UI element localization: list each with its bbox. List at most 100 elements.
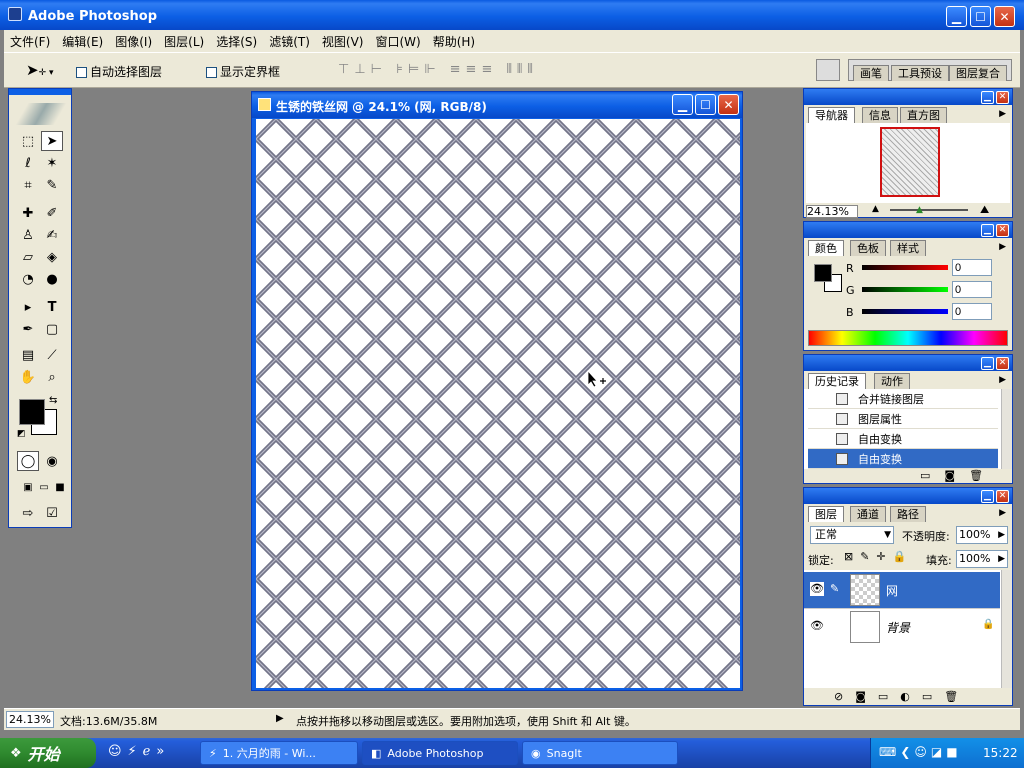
fill-field[interactable]: 100% ▶ — [956, 550, 1008, 568]
menu-filter[interactable]: 滤镜(T) — [269, 33, 310, 50]
layers-close-button[interactable]: ✕ — [996, 489, 1009, 503]
standard-mode-icon[interactable]: ◯ — [17, 451, 39, 471]
tab-swatches[interactable]: 色板 — [850, 240, 886, 256]
b-value-field[interactable] — [952, 303, 992, 320]
navigator-menu-arrow-icon[interactable]: ▶ — [999, 109, 1006, 119]
document-close-button[interactable]: ✕ — [718, 94, 739, 115]
menu-select[interactable]: 选择(S) — [216, 33, 257, 50]
clone-stamp-tool-icon[interactable]: ♙ — [17, 225, 39, 245]
magic-wand-tool-icon[interactable]: ✶ — [41, 153, 63, 173]
quick-launch-icons[interactable]: ☺⚡ℯ» — [108, 744, 170, 759]
tab-channels[interactable]: 通道 — [850, 506, 886, 522]
opacity-arrow-icon[interactable]: ▶ — [998, 527, 1005, 543]
restore-button[interactable]: ☐ — [970, 6, 991, 27]
healing-brush-tool-icon[interactable]: ✚ — [17, 203, 39, 223]
palette-tab-brushes[interactable]: 画笔 — [853, 65, 889, 81]
g-slider[interactable] — [862, 287, 948, 292]
history-minimize-button[interactable]: ▁ — [981, 356, 994, 370]
status-zoom-field[interactable]: 24.13% — [6, 711, 54, 728]
tray-icons[interactable]: ⌨❮☺◪■ — [879, 745, 962, 759]
imageready-icon[interactable]: ☑ — [41, 503, 63, 523]
history-brush-tool-icon[interactable]: ✍ — [41, 225, 63, 245]
eraser-tool-icon[interactable]: ▱ — [17, 247, 39, 267]
navigator-minimize-button[interactable]: ▁ — [981, 90, 994, 104]
minimize-button[interactable]: ▁ — [946, 6, 967, 27]
tab-color[interactable]: 颜色 — [808, 240, 844, 256]
navigator-close-button[interactable]: ✕ — [996, 90, 1009, 104]
b-slider[interactable] — [862, 309, 948, 314]
quick-mask-mode-icon[interactable]: ◉ — [41, 451, 63, 471]
menu-file[interactable]: 文件(F) — [10, 33, 50, 50]
menu-window[interactable]: 窗口(W) — [375, 33, 420, 50]
show-bounds-option[interactable]: 显示定界框 — [206, 63, 280, 80]
notes-tool-icon[interactable]: ▤ — [17, 345, 39, 365]
brush-tool-icon[interactable]: ✐ — [41, 203, 63, 223]
navigator-zoom-out-icon[interactable]: ▲ — [872, 204, 879, 214]
zoom-tool-icon[interactable]: ⌕ — [41, 367, 63, 387]
navigator-zoom-slider[interactable]: ▲ — [890, 205, 968, 215]
file-browser-icon[interactable] — [816, 59, 840, 81]
blur-tool-icon[interactable]: ◔ — [17, 269, 39, 289]
tab-styles[interactable]: 样式 — [890, 240, 926, 256]
hand-tool-icon[interactable]: ✋ — [17, 367, 39, 387]
layers-footer-buttons[interactable]: ⊘◙▭◐▭🗑 — [834, 690, 970, 703]
type-tool-icon[interactable]: T — [41, 297, 63, 317]
auto-select-layer-option[interactable]: 自动选择图层 — [76, 63, 162, 80]
navigator-zoom-value[interactable]: 24.13% — [806, 205, 858, 218]
history-close-button[interactable]: ✕ — [996, 356, 1009, 370]
eye-visibility-icon[interactable]: 👁 — [810, 582, 824, 596]
move-tool-icon[interactable]: ➤ — [41, 131, 63, 151]
palette-tab-layer-comps[interactable]: 图层复合 — [949, 65, 1007, 81]
blend-mode-select[interactable]: 正常 ▼ — [810, 526, 894, 544]
layers-menu-arrow-icon[interactable]: ▶ — [999, 508, 1006, 518]
screen-mode-full-icon[interactable]: ■ — [49, 477, 71, 497]
crop-tool-icon[interactable]: ⌗ — [17, 175, 39, 195]
history-item[interactable]: 合并链接图层 — [808, 389, 998, 409]
r-slider[interactable] — [862, 265, 948, 270]
document-minimize-button[interactable]: ▁ — [672, 94, 693, 115]
color-close-button[interactable]: ✕ — [996, 223, 1009, 237]
menu-view[interactable]: 视图(V) — [322, 33, 364, 50]
tab-paths[interactable]: 路径 — [890, 506, 926, 522]
opacity-field[interactable]: 100% ▶ — [956, 526, 1008, 544]
g-value-field[interactable] — [952, 281, 992, 298]
dodge-tool-icon[interactable]: ● — [41, 269, 63, 289]
document-canvas[interactable] — [256, 119, 740, 688]
document-maximize-button[interactable]: ☐ — [695, 94, 716, 115]
status-arrow-icon[interactable]: ▶ — [276, 713, 284, 724]
tab-layers[interactable]: 图层 — [808, 506, 844, 522]
lasso-tool-icon[interactable]: ℓ — [17, 153, 39, 173]
status-doc-size[interactable]: 文档:13.6M/35.8M — [60, 713, 157, 729]
menu-edit[interactable]: 编辑(E) — [62, 33, 103, 50]
tab-navigator[interactable]: 导航器 — [808, 107, 855, 123]
tab-histogram[interactable]: 直方图 — [900, 107, 947, 123]
default-colors-icon[interactable]: ◩ — [17, 429, 26, 439]
eyedropper-tool-icon[interactable]: ⟋ — [41, 345, 63, 365]
close-button[interactable]: ✕ — [994, 6, 1015, 27]
layer-row[interactable]: 👁 背景 🔒 — [804, 608, 1000, 644]
slice-tool-icon[interactable]: ✎ — [41, 175, 63, 195]
path-selection-tool-icon[interactable]: ▸ — [17, 297, 39, 317]
color-minimize-button[interactable]: ▁ — [981, 223, 994, 237]
tab-history[interactable]: 历史记录 — [808, 373, 866, 389]
lock-icons[interactable]: ⊠✎✛🔒 — [844, 550, 913, 563]
marquee-tool-icon[interactable]: ⬚ — [17, 131, 39, 151]
move-tool-preset-picker[interactable]: ➤✛ ▾ — [26, 61, 54, 79]
color-menu-arrow-icon[interactable]: ▶ — [999, 242, 1006, 252]
history-menu-arrow-icon[interactable]: ▶ — [999, 375, 1006, 385]
navigator-zoom-slider-thumb[interactable]: ▲ — [916, 205, 923, 215]
history-item[interactable]: 图层属性 — [808, 409, 998, 429]
paint-bucket-tool-icon[interactable]: ◈ — [41, 247, 63, 267]
history-scrollbar[interactable] — [1001, 389, 1012, 469]
swap-colors-icon[interactable]: ⇆ — [49, 395, 57, 406]
shape-tool-icon[interactable]: ▢ — [41, 319, 63, 339]
tab-actions[interactable]: 动作 — [874, 373, 910, 389]
taskbar-item-snagit[interactable]: ◉ SnagIt — [522, 741, 678, 765]
palette-tab-tool-presets[interactable]: 工具预设 — [891, 65, 949, 81]
blend-mode-dropdown-icon[interactable]: ▼ — [884, 527, 891, 543]
eye-visibility-icon[interactable]: 👁 — [810, 619, 824, 632]
start-button[interactable]: ❖ 开始 — [0, 738, 96, 768]
layers-minimize-button[interactable]: ▁ — [981, 489, 994, 503]
jump-to-imageready-icon[interactable]: ⇨ — [17, 503, 39, 523]
menu-layer[interactable]: 图层(L) — [164, 33, 204, 50]
